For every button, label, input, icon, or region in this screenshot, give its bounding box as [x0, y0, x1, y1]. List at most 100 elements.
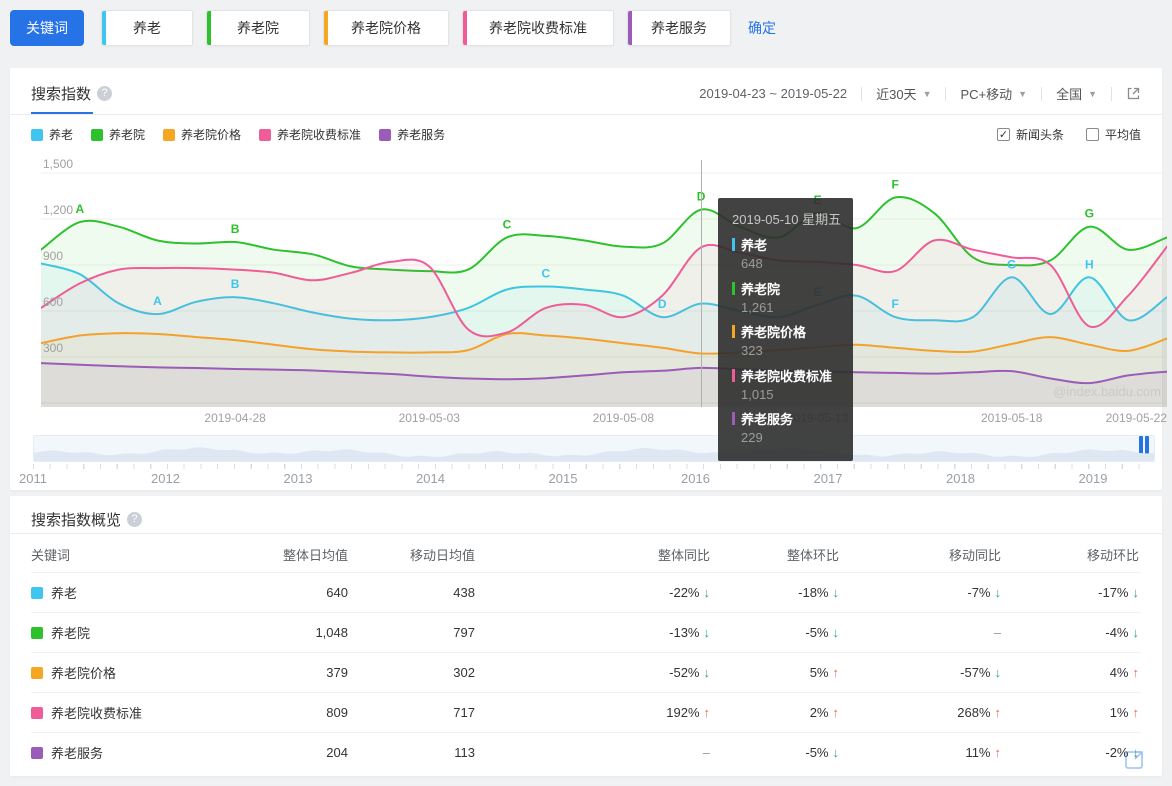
news-marker-A[interactable]: A: [153, 294, 162, 308]
mobile-mom-cell: 4% ↑: [1003, 665, 1141, 680]
period-dropdown[interactable]: 近30天 ▼: [876, 84, 931, 103]
card-title-wrap: 搜索指数 ?: [31, 83, 113, 104]
timeline-year-2017[interactable]: 2017: [814, 471, 843, 486]
timeline-year-2014[interactable]: 2014: [416, 471, 445, 486]
news-marker-G[interactable]: G: [1085, 207, 1094, 221]
region-dropdown[interactable]: 全国 ▼: [1056, 84, 1097, 103]
news-marker-D[interactable]: D: [658, 297, 667, 311]
keyword-box-3[interactable]: 养老院收费标准: [462, 10, 614, 46]
trend-chart[interactable]: ABCDEFGHABCDEFG 2019-05-10 星期五 养老648养老院1…: [41, 157, 1167, 461]
overall-avg-cell: 809: [326, 705, 348, 720]
keyword-cell[interactable]: 养老院: [31, 623, 251, 642]
divider: [1041, 86, 1043, 101]
keyword-box-0[interactable]: 养老: [101, 10, 193, 46]
float-export-icon[interactable]: [1124, 748, 1146, 770]
news-marker-F[interactable]: F: [892, 178, 899, 192]
legend-item-3[interactable]: 养老院收费标准: [259, 126, 361, 143]
timeline-year-2012[interactable]: 2012: [151, 471, 180, 486]
y-axis-label: 900: [43, 249, 64, 263]
keyword-color-bar: [463, 11, 467, 45]
tooltip-item-3: 养老院收费标准 1,015: [732, 366, 839, 405]
x-axis-label: 2019-04-28: [204, 411, 266, 425]
change-value: 192%: [666, 705, 700, 720]
keyword-label-button[interactable]: 关键词: [10, 10, 84, 46]
mobile-mom-cell: -4% ↓: [1003, 625, 1141, 640]
keyword-bar: 关键词 养老 养老院 养老院价格 养老院收费标准 养老服务 确定: [10, 10, 1162, 46]
timeline-year-2016[interactable]: 2016: [681, 471, 710, 486]
external-link-icon[interactable]: [1126, 86, 1141, 101]
overview-title: 搜索指数概览: [31, 512, 122, 529]
news-marker-B[interactable]: B: [231, 222, 240, 236]
tooltip-color-bar: [732, 412, 735, 425]
tooltip-value: 1,015: [741, 386, 774, 402]
timeline-year-2013[interactable]: 2013: [284, 471, 313, 486]
keyword-box-1[interactable]: 养老院: [206, 10, 310, 46]
legend-swatch: [259, 128, 272, 141]
keyword-name: 养老: [51, 586, 78, 601]
average-checkbox[interactable]: 平均值: [1085, 126, 1141, 143]
keyword-cell[interactable]: 养老: [31, 583, 251, 602]
tooltip-series-name: 养老服务: [732, 409, 839, 428]
legend-item-0[interactable]: 养老: [31, 126, 73, 143]
tooltip-series-name: 养老院: [732, 279, 839, 298]
date-range[interactable]: 2019-04-23 ~ 2019-05-22: [699, 86, 847, 101]
keyword-cell[interactable]: 养老服务: [31, 743, 251, 762]
change-value: 5%: [809, 665, 829, 680]
news-marker-H[interactable]: H: [1085, 257, 1094, 271]
y-axis-label: 1,500: [43, 157, 74, 171]
keyword-cell[interactable]: 养老院价格: [31, 663, 251, 682]
change-value: -5%: [805, 625, 829, 640]
keyword-color-bar: [102, 11, 106, 45]
mobile-yoy-cell: –: [841, 625, 1003, 640]
tooltip-color-bar: [732, 238, 735, 251]
timeline-year-2011[interactable]: 2011: [19, 471, 47, 486]
overall-yoy-cell: –: [477, 745, 712, 760]
mobile-yoy-cell: 11% ↑: [841, 745, 1003, 760]
legend-label: 养老院收费标准: [277, 128, 362, 142]
arrow-up-icon: ↑: [832, 705, 840, 720]
arrow-up-icon: ↑: [994, 705, 1002, 720]
confirm-link[interactable]: 确定: [748, 18, 776, 38]
keyword-box-4[interactable]: 养老服务: [627, 10, 731, 46]
y-axis-label: 600: [43, 295, 64, 309]
arrow-up-icon: ↑: [832, 665, 840, 680]
overall-avg-cell: 1,048: [315, 625, 348, 640]
no-change-dash: –: [702, 745, 710, 760]
change-value: -5%: [805, 745, 829, 760]
news-headline-checkbox[interactable]: ✓ 新闻头条: [996, 126, 1064, 143]
keyword-box-2[interactable]: 养老院价格: [323, 10, 449, 46]
timeline-year-2015[interactable]: 2015: [549, 471, 578, 486]
arrow-down-icon: ↓: [703, 625, 711, 640]
overall-avg-cell: 204: [326, 745, 348, 760]
overall-mom-cell: -18% ↓: [712, 585, 841, 600]
overall-avg-cell: 379: [326, 665, 348, 680]
timeline-slider[interactable]: [33, 435, 1155, 462]
help-icon[interactable]: ?: [127, 512, 143, 527]
news-marker-F[interactable]: F: [892, 297, 899, 311]
change-value: -7%: [967, 585, 991, 600]
legend-item-4[interactable]: 养老服务: [379, 126, 445, 143]
legend-item-1[interactable]: 养老院: [91, 126, 145, 143]
keyword-swatch: [31, 706, 43, 719]
arrow-up-icon: ↑: [1132, 705, 1140, 720]
timeline-year-2018[interactable]: 2018: [946, 471, 975, 486]
news-marker-B[interactable]: B: [231, 277, 240, 291]
news-marker-C[interactable]: C: [541, 267, 550, 281]
tooltip-series-name: 养老: [732, 235, 839, 254]
change-value: 11%: [965, 745, 991, 760]
news-marker-A[interactable]: A: [75, 202, 84, 216]
legend-item-2[interactable]: 养老院价格: [163, 126, 241, 143]
legend-swatch: [379, 128, 392, 141]
keyword-cell[interactable]: 养老院收费标准: [31, 703, 251, 722]
mobile-avg-cell: 438: [453, 585, 475, 600]
col-overall-avg: 整体日均值: [282, 547, 348, 563]
timeline-year-2019[interactable]: 2019: [1079, 471, 1108, 486]
news-marker-C[interactable]: C: [503, 217, 512, 231]
arrow-up-icon: ↑: [1132, 665, 1140, 680]
news-marker-G[interactable]: G: [1007, 257, 1016, 271]
divider: [945, 86, 947, 101]
overview-table: 关键词 整体日均值 移动日均值 整体同比 整体环比 移动同比 移动环比 养老 64…: [31, 536, 1141, 772]
change-value: -57%: [960, 665, 991, 680]
device-dropdown[interactable]: PC+移动 ▼: [960, 84, 1027, 103]
help-icon[interactable]: ?: [97, 86, 113, 101]
